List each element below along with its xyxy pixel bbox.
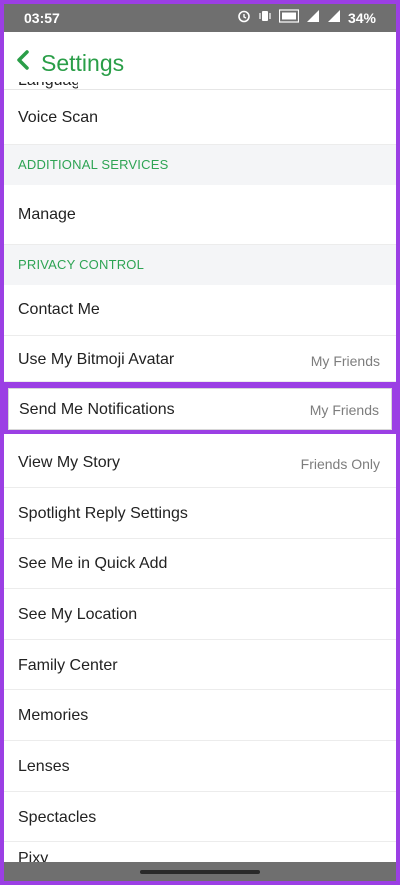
section-additional-services: ADDITIONAL SERVICES (4, 145, 396, 185)
row-label: Pixy (18, 850, 49, 862)
status-time: 03:57 (24, 10, 60, 26)
row-label: Lenses (18, 758, 70, 775)
row-label: See Me in Quick Add (18, 555, 168, 572)
row-label: Use My Bitmoji Avatar (18, 351, 175, 368)
row-value: Friends Only (300, 456, 380, 472)
row-label: Voice Scan (18, 109, 99, 126)
page-title: Settings (41, 50, 125, 76)
row-label: Memories (18, 707, 89, 724)
row-value: My Friends (309, 402, 379, 418)
row-spotlight-reply[interactable]: Spotlight Reply Settings (4, 488, 396, 539)
row-voice-scan[interactable]: Voice Scan (4, 90, 396, 145)
vibrate-icon (258, 9, 272, 26)
row-spectacles[interactable]: Spectacles (4, 792, 396, 842)
row-value: My Friends (310, 353, 380, 369)
row-label: See My Location (18, 606, 138, 623)
row-label: View My Story (18, 454, 120, 471)
row-quick-add[interactable]: See Me in Quick Add (4, 539, 396, 589)
signal-icon-2 (327, 9, 341, 26)
row-label: Spotlight Reply Settings (18, 505, 188, 522)
row-label: Family Center (18, 657, 118, 674)
alarm-icon (237, 9, 251, 26)
home-gesture-handle[interactable] (140, 870, 260, 874)
battery-level: 34% (347, 9, 376, 26)
row-pixy[interactable]: Pixy (18, 850, 58, 862)
row-label: Spectacles (18, 809, 97, 826)
row-label: Manage (18, 206, 76, 223)
row-bitmoji-avatar[interactable]: Use My Bitmoji Avatar My Friends (4, 336, 396, 382)
volte-icon (278, 9, 300, 26)
section-label: PRIVACY CONTROL (18, 257, 145, 272)
row-label: Contact Me (18, 301, 100, 318)
signal-icon (306, 9, 320, 26)
settings-screen: 03:57 34% Settings Languages (4, 4, 396, 881)
section-privacy-control: PRIVACY CONTROL (4, 245, 396, 285)
status-bar: 03:57 34% (4, 4, 396, 32)
row-send-me-notifications[interactable]: Send Me Notifications My Friends (8, 388, 392, 430)
status-icons: 34% (237, 9, 376, 26)
back-chevron-icon[interactable] (14, 50, 32, 70)
row-view-my-story[interactable]: View My Story Friends Only (4, 434, 396, 488)
row-my-location[interactable]: See My Location (4, 589, 396, 640)
row-label: Send Me Notifications (19, 401, 175, 418)
row-family-center[interactable]: Family Center (4, 640, 396, 690)
section-label: ADDITIONAL SERVICES (18, 157, 169, 172)
row-contact-me[interactable]: Contact Me (4, 285, 396, 336)
row-lenses[interactable]: Lenses (4, 741, 396, 792)
row-memories[interactable]: Memories (4, 690, 396, 741)
row-manage[interactable]: Manage (4, 185, 396, 245)
navigation-bar (4, 862, 396, 881)
